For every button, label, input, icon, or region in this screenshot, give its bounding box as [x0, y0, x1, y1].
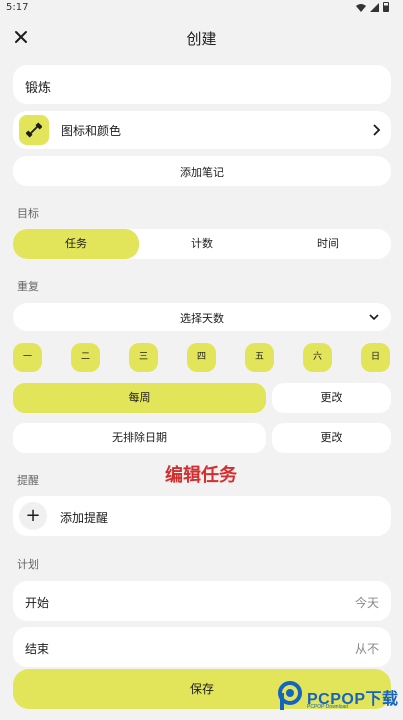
icon-color-button[interactable]: 图标和颜色 — [13, 111, 391, 149]
exclusion-change-button[interactable]: 更改 — [272, 423, 391, 453]
page-title: 创建 — [186, 30, 217, 48]
exclusion-dates-button[interactable]: 无排除日期 — [13, 423, 266, 453]
signal-icon — [370, 2, 379, 12]
frequency-weekly-button[interactable]: 每周 — [13, 383, 266, 413]
dumbbell-icon — [26, 122, 42, 138]
repeat-days-dropdown[interactable]: 选择天数 — [13, 303, 391, 331]
goal-segmented-control: 任务 计数 时间 — [13, 229, 391, 259]
add-reminder-label: 添加提醒 — [60, 511, 109, 525]
day-chip-wed[interactable]: 三 — [129, 343, 158, 372]
status-time: 5:17 — [6, 2, 29, 13]
goal-option-count[interactable]: 计数 — [139, 229, 265, 259]
watermark-logo: PCPOP下载 PCPOP Download — [277, 681, 399, 717]
chevron-right-icon — [373, 124, 381, 136]
plan-end-label: 结束 — [25, 642, 50, 656]
pcpop-logo-icon — [278, 681, 302, 710]
add-note-label: 添加笔记 — [180, 166, 224, 179]
goal-option-time[interactable]: 时间 — [265, 229, 391, 259]
day-chip-thu[interactable]: 四 — [187, 343, 216, 372]
battery-icon — [383, 2, 389, 12]
add-reminder-button[interactable]: + 添加提醒 — [13, 496, 391, 536]
wifi-icon — [356, 3, 366, 12]
status-icons — [356, 2, 389, 12]
watermark-subtext: PCPOP Download — [307, 704, 349, 710]
chevron-down-icon — [369, 314, 379, 321]
frequency-change-button[interactable]: 更改 — [272, 383, 391, 413]
day-chip-sun[interactable]: 日 — [361, 343, 390, 372]
habit-name-field[interactable]: 锻炼 — [13, 65, 391, 104]
icon-swatch — [19, 115, 49, 145]
habit-name-value: 锻炼 — [25, 81, 52, 96]
repeat-dropdown-label: 选择天数 — [180, 312, 224, 325]
plan-end-row[interactable]: 结束 从不 — [13, 627, 391, 667]
reminder-section-label: 提醒 — [17, 474, 39, 487]
plan-end-value: 从不 — [354, 642, 379, 656]
status-bar: 5:17 — [0, 0, 403, 16]
icon-color-label: 图标和颜色 — [61, 124, 122, 138]
day-chip-sat[interactable]: 六 — [303, 343, 332, 372]
day-chip-tue[interactable]: 二 — [71, 343, 100, 372]
add-note-button[interactable]: 添加笔记 — [13, 156, 391, 186]
day-chip-mon[interactable]: 一 — [13, 343, 42, 372]
day-chip-fri[interactable]: 五 — [245, 343, 274, 372]
plan-start-label: 开始 — [25, 596, 50, 610]
plan-start-value: 今天 — [354, 596, 379, 610]
overlay-caption: 编辑任务 — [165, 465, 237, 486]
plan-section-label: 计划 — [17, 558, 39, 571]
goal-option-task[interactable]: 任务 — [13, 229, 139, 259]
plus-icon: + — [19, 502, 47, 530]
goal-section-label: 目标 — [17, 207, 39, 220]
plan-start-row[interactable]: 开始 今天 — [13, 581, 391, 621]
top-bar: 创建 — [0, 22, 403, 54]
repeat-section-label: 重复 — [17, 280, 39, 293]
